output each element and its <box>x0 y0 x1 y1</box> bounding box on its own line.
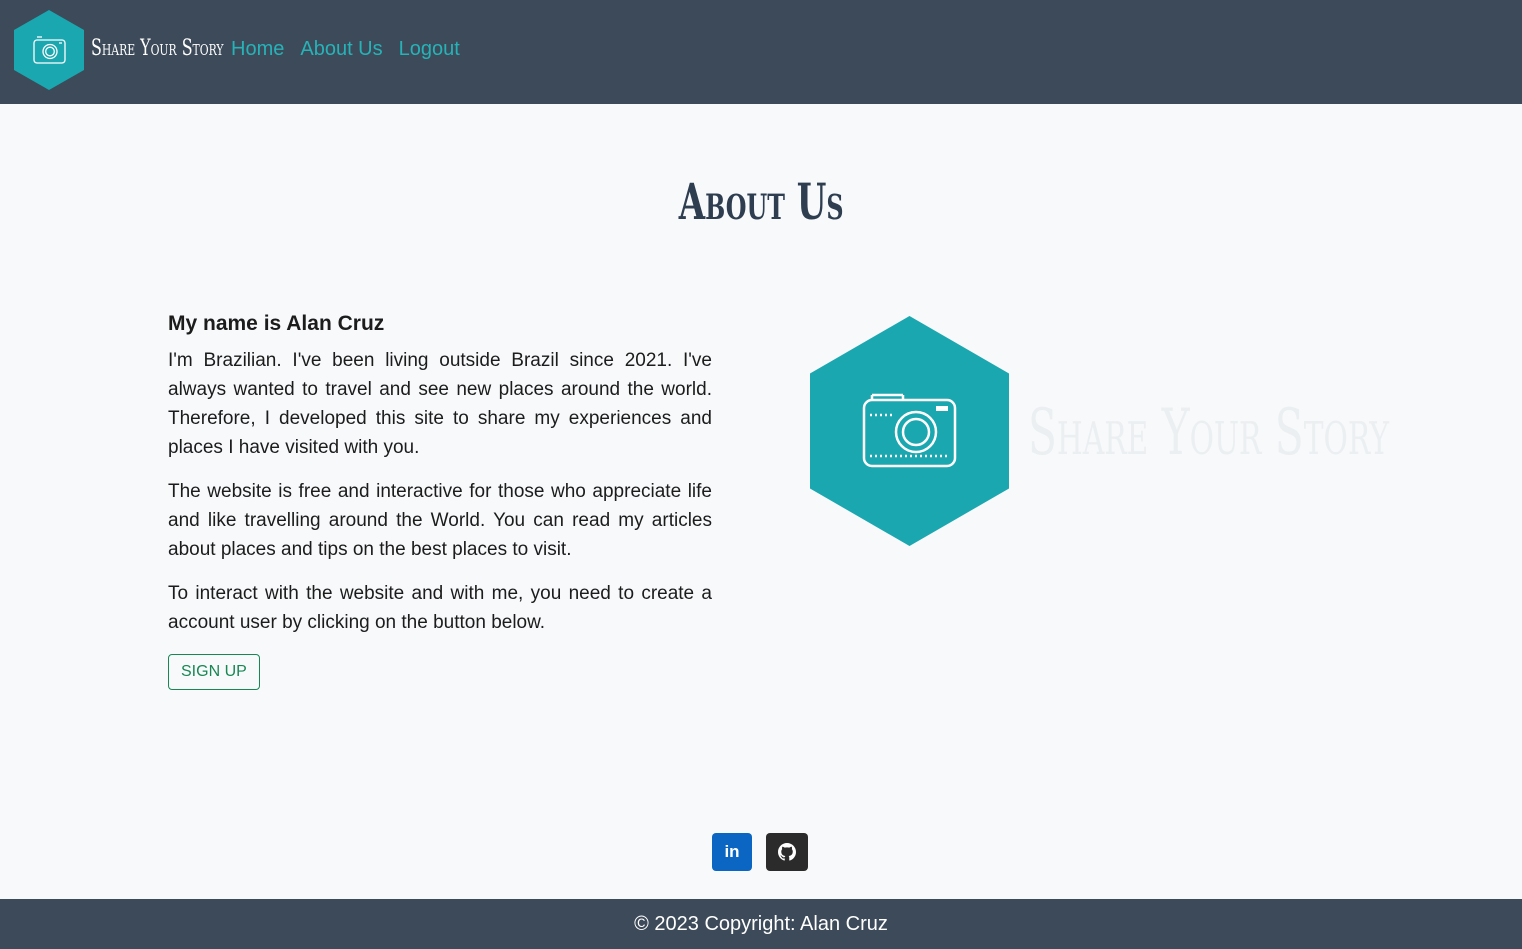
camera-flash-icon <box>936 406 948 411</box>
about-content: My name is Alan Cruz I'm Brazilian. I've… <box>168 312 712 690</box>
page-title-text: About Us <box>678 172 844 231</box>
social-links: in <box>712 833 822 871</box>
linkedin-button[interactable]: in <box>712 833 752 871</box>
about-paragraph: To interact with the website and with me… <box>168 583 712 633</box>
github-button[interactable] <box>766 833 808 871</box>
nav-link-about-us[interactable]: About Us <box>300 38 382 61</box>
nav-link-logout[interactable]: Logout <box>399 38 460 61</box>
page-title: About Us <box>0 172 1522 231</box>
nav-link-home[interactable]: Home <box>231 38 284 61</box>
hero-brand-name: Share Your Story <box>1028 396 1389 470</box>
signup-button[interactable]: Sign Up <box>168 654 260 690</box>
navbar: Share Your Story Home About Us Logout <box>0 0 1522 104</box>
about-paragraph: I'm Brazilian. I've been living outside … <box>168 350 712 458</box>
about-paragraph: The website is free and interactive for … <box>168 481 712 560</box>
hero-logo-icon <box>810 316 1009 546</box>
copyright-text: © 2023 Copyright: Alan Cruz <box>634 913 888 935</box>
nav-links: Home About Us Logout <box>231 38 476 61</box>
brand-logo-icon[interactable] <box>14 10 84 90</box>
github-icon <box>778 843 796 861</box>
footer: © 2023 Copyright: Alan Cruz <box>0 899 1522 949</box>
brand-name[interactable]: Share Your Story <box>91 36 224 61</box>
about-heading: My name is Alan Cruz <box>168 312 385 335</box>
linkedin-icon: in <box>724 842 740 861</box>
